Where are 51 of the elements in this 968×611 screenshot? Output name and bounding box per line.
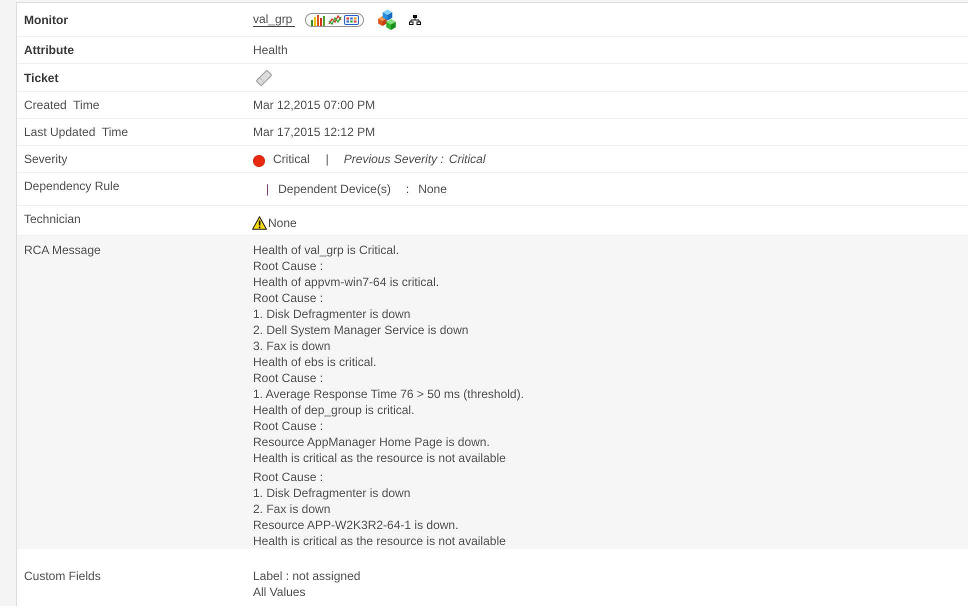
severity-value: Critical (273, 151, 310, 167)
field-label: Dependency Rule (24, 179, 120, 193)
field-label: Monitor (24, 12, 68, 26)
dependent-devices-value: None (418, 181, 447, 197)
rca-message-line: Health of ebs is critical. (253, 354, 378, 370)
warning-icon (252, 216, 267, 230)
field-label: Severity (24, 152, 68, 166)
rca-message-line: Root Cause : (253, 418, 324, 434)
bar-chart-icon (310, 14, 326, 26)
hierarchy-icon[interactable] (409, 14, 422, 24)
rca-message-line: Root Cause : (253, 370, 324, 386)
field-value: Mar 17,2015 12:12 PM (253, 125, 376, 139)
rca-message-line: Health of appvm-win7-64 is critical. (253, 274, 440, 290)
chart-options-button[interactable] (305, 12, 364, 26)
previous-severity-label: Previous Severity : (344, 151, 444, 167)
field-label: Last Updated Time (24, 125, 128, 139)
custom-field-value: All Values (253, 584, 306, 600)
rca-message-line: Root Cause : (253, 258, 324, 274)
rca-message-line: Root Cause : (253, 290, 324, 306)
rca-message-line: 2. Fax is down (253, 501, 332, 517)
field-value: Mar 12,2015 07:00 PM (253, 98, 376, 112)
rca-message-line: Health is critical as the resource is not available (253, 450, 507, 466)
field-label: Custom Fields (24, 569, 101, 583)
field-label: RCA Message (24, 243, 101, 257)
line-chart-icon (328, 14, 342, 26)
field-label: Technician (24, 212, 81, 226)
field-value: Health (253, 43, 288, 57)
rca-message-line: 3. Fax is down (253, 338, 332, 354)
cubes-icon[interactable] (377, 8, 398, 30)
rca-message-line: Health of val_grp is Critical. (253, 242, 400, 258)
monitor-link[interactable]: val_grp (253, 12, 296, 26)
grid-icon (344, 14, 360, 24)
rca-message-line: 1. Disk Defragmenter is down (253, 485, 412, 501)
rca-message-line: 1. Disk Defragmenter is down (253, 306, 412, 322)
rca-message-line: Root Cause : (253, 469, 324, 485)
rca-message-line: Resource APP-W2K3R2-64-1 is down. (253, 517, 460, 533)
rca-message-line: Health is critical as the resource is not available (253, 533, 507, 549)
field-label: Created Time (24, 98, 100, 112)
custom-field-value: Label : not assigned (253, 568, 362, 584)
technician-value: None (268, 215, 297, 231)
colon-separator: : (406, 181, 410, 197)
rca-message-line: Health of dep_group is critical. (253, 402, 416, 418)
previous-severity-value: Critical (448, 151, 486, 167)
rca-message-line: 2. Dell System Manager Service is down (253, 322, 470, 338)
field-label: Ticket (24, 70, 58, 84)
rca-message-line: Resource AppManager Home Page is down. (253, 434, 491, 450)
pipe-separator: | (266, 181, 270, 197)
field-label: Attribute (24, 43, 74, 57)
pipe-separator: | (326, 151, 329, 167)
rca-message-line: 1. Average Response Time 76 > 50 ms (threshold). (253, 386, 525, 402)
dependent-devices-label: Dependent Device(s) (278, 181, 391, 197)
